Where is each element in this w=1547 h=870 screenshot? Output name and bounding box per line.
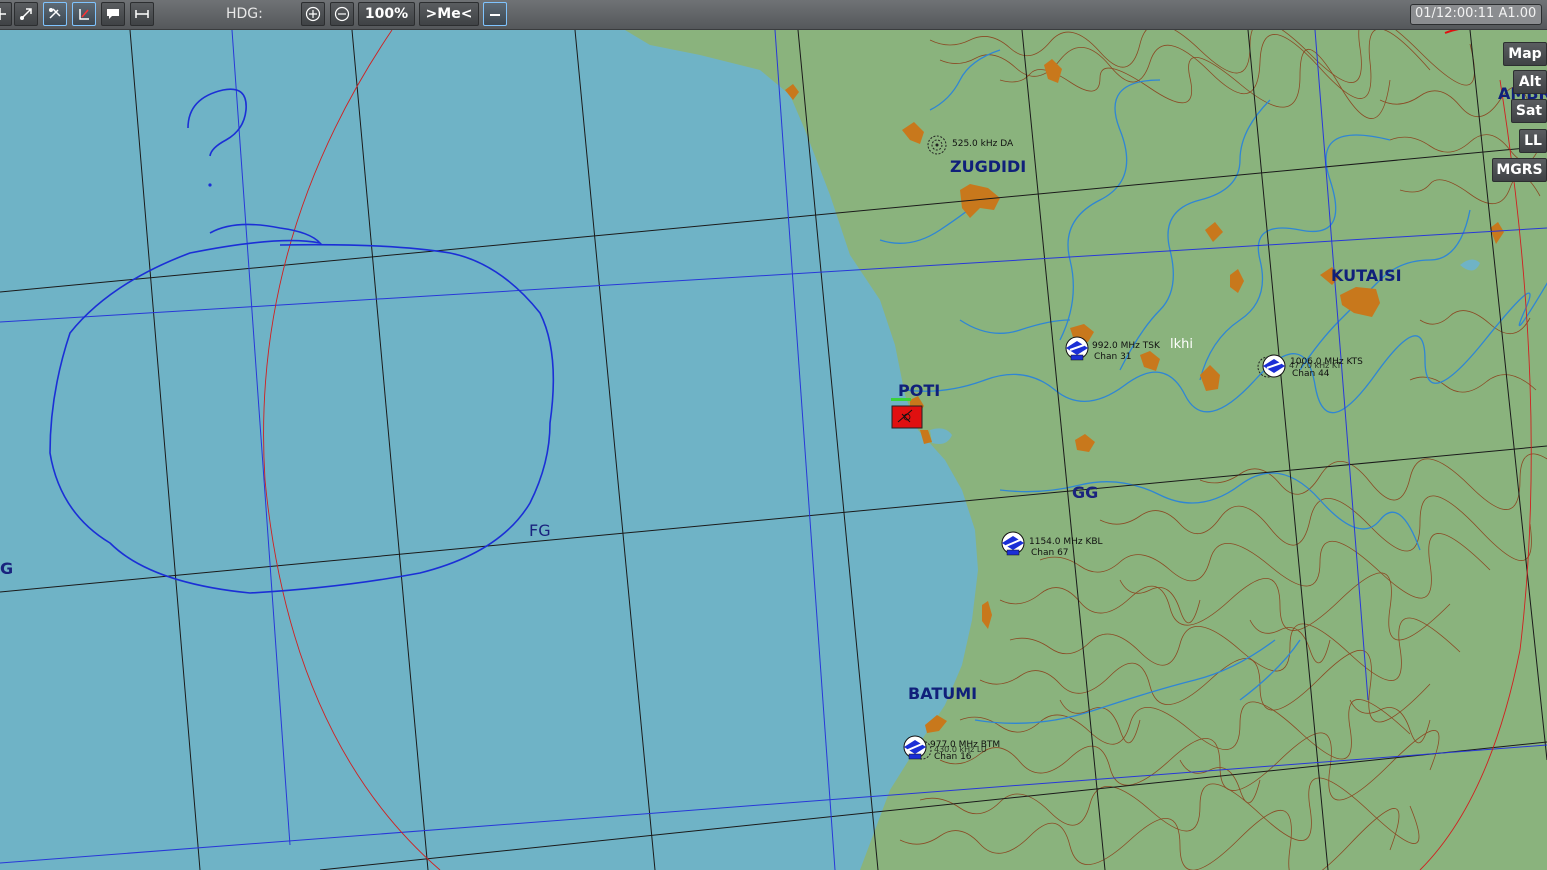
mission-time-display: 01/12:00:11 A1.00 bbox=[1410, 4, 1542, 25]
navaid-chan-kobuleti: Chan 67 bbox=[1031, 548, 1069, 558]
grid-label-fg: FG bbox=[529, 521, 551, 540]
ruler-icon[interactable] bbox=[130, 2, 154, 26]
map-layers-icon[interactable] bbox=[43, 2, 67, 26]
navaid-freq-kobuleti: 1154.0 MHz KBL bbox=[1029, 537, 1103, 547]
sat-view-button[interactable]: Sat bbox=[1511, 99, 1547, 123]
map-view-button[interactable]: Map bbox=[1503, 42, 1547, 66]
navaid-chan-kutaisi: Chan 44 bbox=[1292, 369, 1330, 379]
zoom-in-icon[interactable] bbox=[301, 2, 325, 26]
zoom-level-button[interactable]: 100% bbox=[358, 2, 415, 26]
navaid-chan-batumi: Chan 16 bbox=[934, 752, 972, 762]
grid-label-gg: GG bbox=[1072, 483, 1098, 502]
navaid-freq-senaki: 992.0 MHz TSK bbox=[1092, 341, 1161, 351]
navaid-chan-senaki: Chan 31 bbox=[1094, 352, 1132, 362]
alt-view-button[interactable]: Alt bbox=[1513, 70, 1547, 94]
labels-icon[interactable] bbox=[72, 2, 96, 26]
zoom-out-icon[interactable] bbox=[330, 2, 354, 26]
heading-label: HDG: bbox=[226, 6, 263, 22]
top-toolbar: HDG: 100% >Me< 01/12:00:11 A1.00 bbox=[0, 0, 1547, 30]
partial-label-lkhi: lkhi bbox=[1170, 337, 1193, 352]
grid-label-g: G bbox=[0, 559, 13, 578]
ll-coords-button[interactable]: LL bbox=[1519, 129, 1547, 153]
minimize-icon[interactable] bbox=[483, 2, 507, 26]
comment-icon[interactable] bbox=[101, 2, 125, 26]
move-icon[interactable] bbox=[0, 2, 12, 26]
city-label-poti: POTI bbox=[898, 381, 940, 400]
city-label-kutaisi: KUTAISI bbox=[1331, 266, 1402, 285]
map-canvas[interactable]: FG GG G ZUGDIDI POTI KUTAISI BATUMI AMBR… bbox=[0, 30, 1547, 870]
city-label-batumi: BATUMI bbox=[908, 684, 977, 703]
center-on-me-button[interactable]: >Me< bbox=[419, 2, 479, 26]
select-icon[interactable] bbox=[14, 2, 38, 26]
mgrs-coords-button[interactable]: MGRS bbox=[1492, 158, 1547, 182]
ndb-label-zugdidi: 525.0 kHz DA bbox=[952, 139, 1014, 149]
city-label-zugdidi: ZUGDIDI bbox=[950, 157, 1026, 176]
